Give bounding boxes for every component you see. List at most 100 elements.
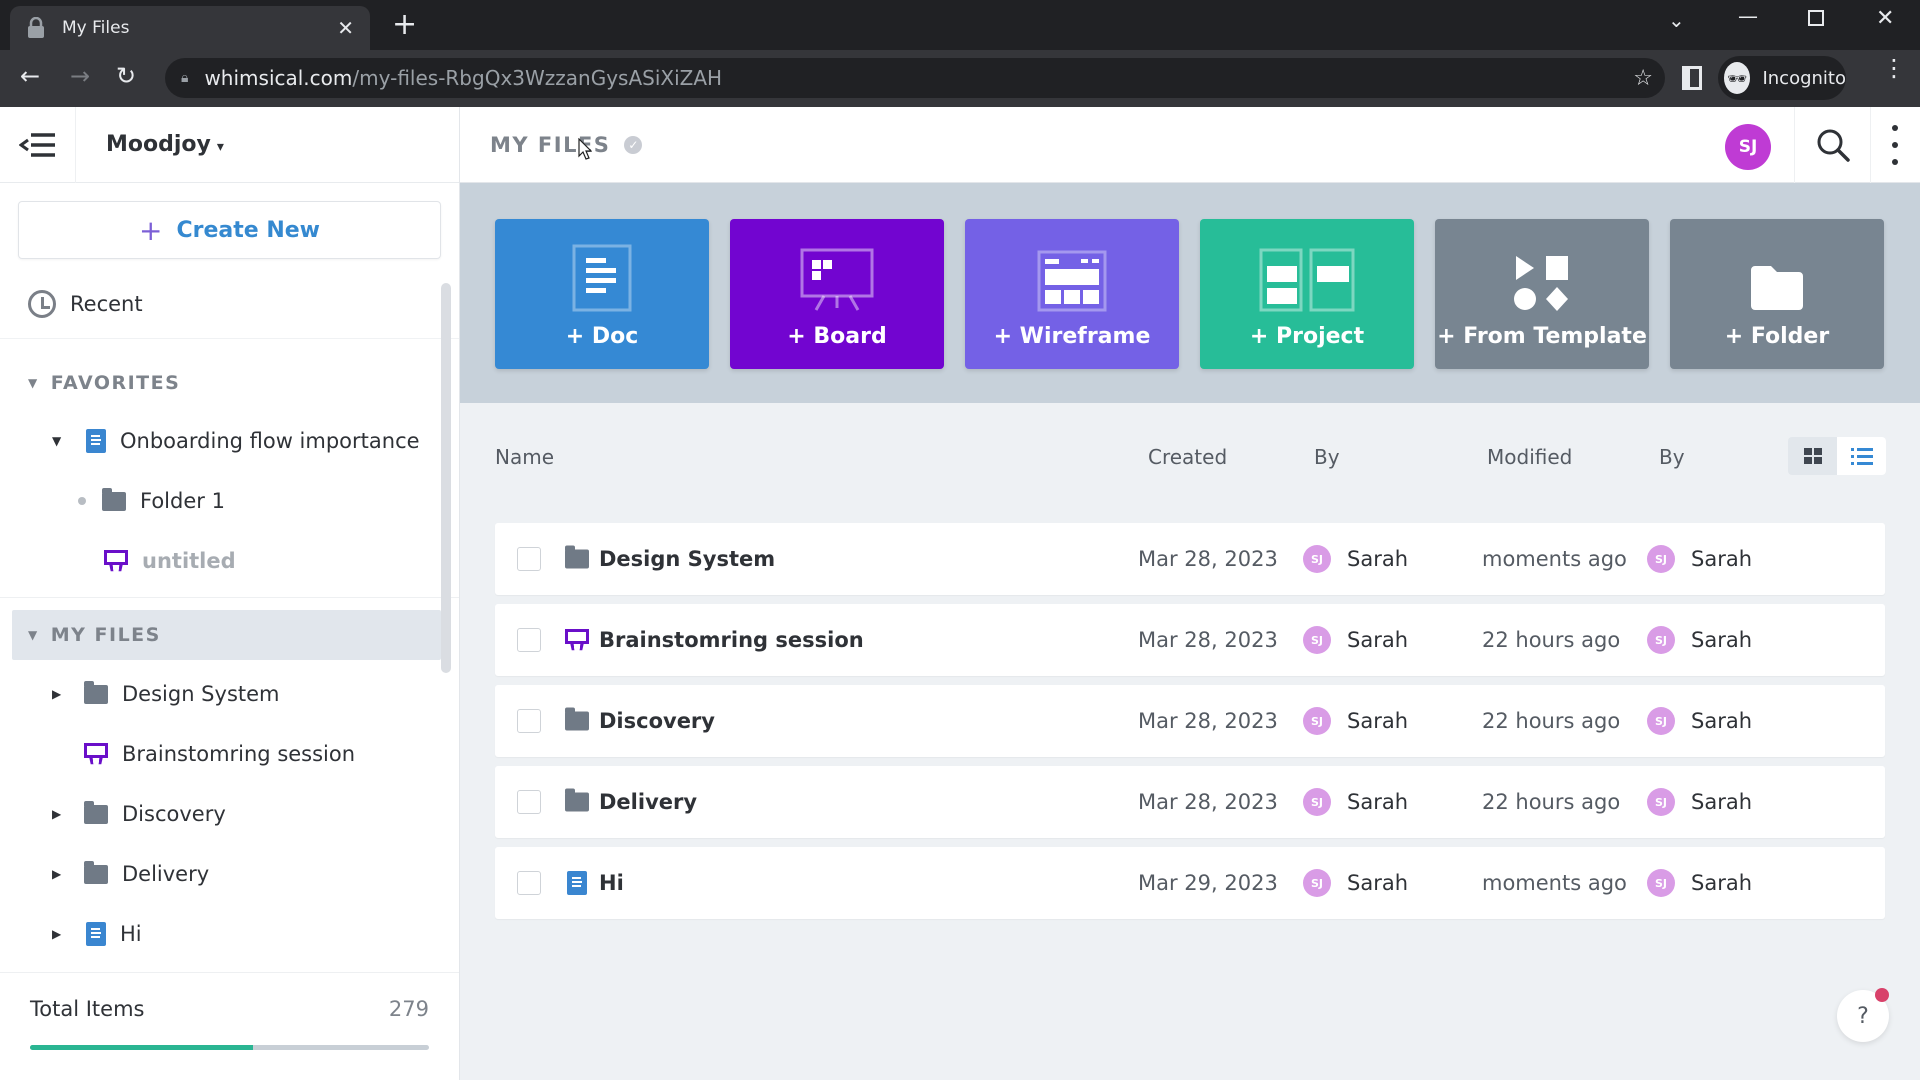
doc-icon bbox=[567, 871, 587, 895]
tree-item[interactable]: ▶ Delivery bbox=[0, 844, 459, 904]
row-checkbox[interactable] bbox=[517, 547, 541, 571]
sidebar-item-recent[interactable]: Recent bbox=[0, 269, 459, 339]
file-name[interactable]: Discovery bbox=[599, 709, 715, 733]
folder-icon bbox=[565, 545, 589, 569]
my-files-section-header[interactable]: ▼ MY FILES bbox=[12, 610, 441, 660]
file-name[interactable]: Design System bbox=[599, 547, 775, 571]
create-new-button[interactable]: + Create New bbox=[18, 201, 441, 259]
new-board-tile[interactable]: + Board bbox=[730, 219, 944, 369]
caret-right-icon[interactable]: ▶ bbox=[52, 807, 72, 821]
favorite-item[interactable]: untitled bbox=[0, 531, 459, 591]
browser-tab[interactable]: My Files ✕ bbox=[10, 6, 370, 50]
doc-icon bbox=[86, 922, 106, 946]
url-path: /my-files-RbgQx3WzzanGysASiXiZAH bbox=[352, 66, 723, 90]
workspace-switcher[interactable]: Moodjoy ▾ bbox=[106, 132, 224, 157]
creator-avatar: SJ bbox=[1303, 788, 1331, 816]
tab-search-chevron-icon[interactable]: ⌄ bbox=[1668, 8, 1685, 32]
row-checkbox[interactable] bbox=[517, 871, 541, 895]
tree-item-label: Design System bbox=[122, 682, 280, 706]
row-checkbox[interactable] bbox=[517, 628, 541, 652]
back-icon[interactable]: ← bbox=[20, 64, 40, 88]
row-checkbox[interactable] bbox=[517, 709, 541, 733]
search-icon[interactable] bbox=[1815, 127, 1851, 163]
tree-item[interactable]: Brainstomring session bbox=[0, 724, 459, 784]
new-tab-icon[interactable]: + bbox=[392, 10, 417, 40]
modified-time: 22 hours ago bbox=[1482, 628, 1621, 652]
modifier-avatar: SJ bbox=[1647, 626, 1675, 654]
table-row[interactable]: Discovery Mar 28, 2023 SJ Sarah 22 hours … bbox=[495, 685, 1885, 757]
grid-view-button[interactable] bbox=[1788, 437, 1837, 475]
help-button[interactable]: ? bbox=[1837, 988, 1889, 1042]
file-name[interactable]: Delivery bbox=[599, 790, 697, 814]
main-content: MY FILES ✓ SJ + Doc + Board + Wireframe … bbox=[460, 107, 1920, 1080]
list-icon bbox=[1850, 448, 1873, 465]
caret-right-icon[interactable]: ▶ bbox=[52, 927, 72, 941]
new-folder-tile[interactable]: + Folder bbox=[1670, 219, 1884, 369]
new-doc-tile[interactable]: + Doc bbox=[495, 219, 709, 369]
bookmark-star-icon[interactable]: ☆ bbox=[1633, 66, 1653, 91]
tree-item-label: Hi bbox=[120, 922, 142, 946]
browser-menu-icon[interactable]: ⋮ bbox=[1882, 56, 1906, 80]
forward-icon[interactable]: → bbox=[70, 64, 90, 88]
side-panel-icon[interactable] bbox=[1682, 66, 1702, 90]
tab-close-icon[interactable]: ✕ bbox=[337, 16, 354, 40]
project-icon bbox=[1259, 248, 1355, 312]
creator-avatar: SJ bbox=[1303, 869, 1331, 897]
modifier-name: Sarah bbox=[1691, 547, 1753, 571]
file-name[interactable]: Brainstomring session bbox=[599, 628, 864, 652]
table-row[interactable]: Delivery Mar 28, 2023 SJ Sarah 22 hours a… bbox=[495, 766, 1885, 838]
recent-label: Recent bbox=[70, 291, 143, 316]
sidebar-scrollbar[interactable] bbox=[441, 283, 451, 673]
caret-down-icon[interactable]: ▼ bbox=[52, 434, 72, 448]
modifier-avatar: SJ bbox=[1647, 788, 1675, 816]
favorite-item[interactable]: Folder 1 bbox=[0, 471, 459, 531]
table-row[interactable]: Design System Mar 28, 2023 SJ Sarah momen… bbox=[495, 523, 1885, 595]
reload-icon[interactable]: ↻ bbox=[116, 64, 136, 88]
column-header-created[interactable]: Created bbox=[1148, 445, 1227, 469]
created-date: Mar 29, 2023 bbox=[1138, 871, 1278, 895]
caret-down-icon: ▼ bbox=[28, 376, 39, 390]
favorites-section-header[interactable]: ▼ FAVORITES bbox=[0, 355, 459, 411]
new-from-template-tile[interactable]: + From Template bbox=[1435, 219, 1649, 369]
column-header-modified[interactable]: Modified bbox=[1487, 445, 1572, 469]
tree-item[interactable]: ▶ Design System bbox=[0, 664, 459, 724]
create-tiles-panel: + Doc + Board + Wireframe + Project + Fr… bbox=[460, 183, 1920, 403]
breadcrumb[interactable]: MY FILES bbox=[490, 133, 610, 157]
collapse-sidebar-icon[interactable] bbox=[0, 106, 76, 183]
new-project-tile[interactable]: + Project bbox=[1200, 219, 1414, 369]
incognito-profile-button[interactable]: 🕶︎ Incognito bbox=[1718, 56, 1846, 100]
column-header-name[interactable]: Name bbox=[495, 445, 554, 469]
tab-title: My Files bbox=[62, 18, 130, 38]
more-options-icon[interactable] bbox=[1890, 125, 1900, 165]
table-row[interactable]: Hi Mar 29, 2023 SJ Sarah moments ago SJ Sa… bbox=[495, 847, 1885, 919]
modifier-name: Sarah bbox=[1691, 871, 1753, 895]
caret-right-icon[interactable]: ▶ bbox=[52, 867, 72, 881]
favorite-item[interactable]: ▼ Onboarding flow importance bbox=[0, 411, 459, 471]
row-checkbox[interactable] bbox=[517, 790, 541, 814]
address-bar[interactable]: 🔒︎ whimsical.com/my-files-RbgQx3WzzanGys… bbox=[165, 58, 1665, 98]
incognito-icon: 🕶︎ bbox=[1724, 62, 1751, 94]
notification-dot bbox=[1875, 988, 1889, 1002]
shapes-template-icon bbox=[1514, 256, 1568, 311]
tree-item[interactable]: ▶ Discovery bbox=[0, 784, 459, 844]
table-header: Name Created By Modified By bbox=[460, 437, 1920, 481]
file-name[interactable]: Hi bbox=[599, 871, 624, 895]
list-view-button[interactable] bbox=[1837, 437, 1886, 475]
restore-icon[interactable] bbox=[1808, 10, 1824, 26]
window-close-icon[interactable]: ✕ bbox=[1876, 6, 1894, 31]
mouse-cursor-icon bbox=[578, 138, 592, 160]
tree-item[interactable]: ▶ Hi bbox=[0, 904, 459, 964]
creator-name: Sarah bbox=[1347, 547, 1409, 571]
table-row[interactable]: Brainstomring session Mar 28, 2023 SJ Sar… bbox=[495, 604, 1885, 676]
column-header-created-by[interactable]: By bbox=[1314, 445, 1340, 469]
column-header-modified-by[interactable]: By bbox=[1659, 445, 1685, 469]
view-toggle bbox=[1788, 437, 1886, 475]
new-wireframe-tile[interactable]: + Wireframe bbox=[965, 219, 1179, 369]
modifier-avatar: SJ bbox=[1647, 545, 1675, 573]
user-avatar[interactable]: SJ bbox=[1725, 124, 1771, 170]
creator-avatar: SJ bbox=[1303, 545, 1331, 573]
minimize-icon[interactable]: — bbox=[1738, 4, 1758, 28]
caret-right-icon[interactable]: ▶ bbox=[52, 687, 72, 701]
folder-icon bbox=[1751, 266, 1803, 310]
favorite-item-label: Onboarding flow importance bbox=[120, 429, 420, 453]
